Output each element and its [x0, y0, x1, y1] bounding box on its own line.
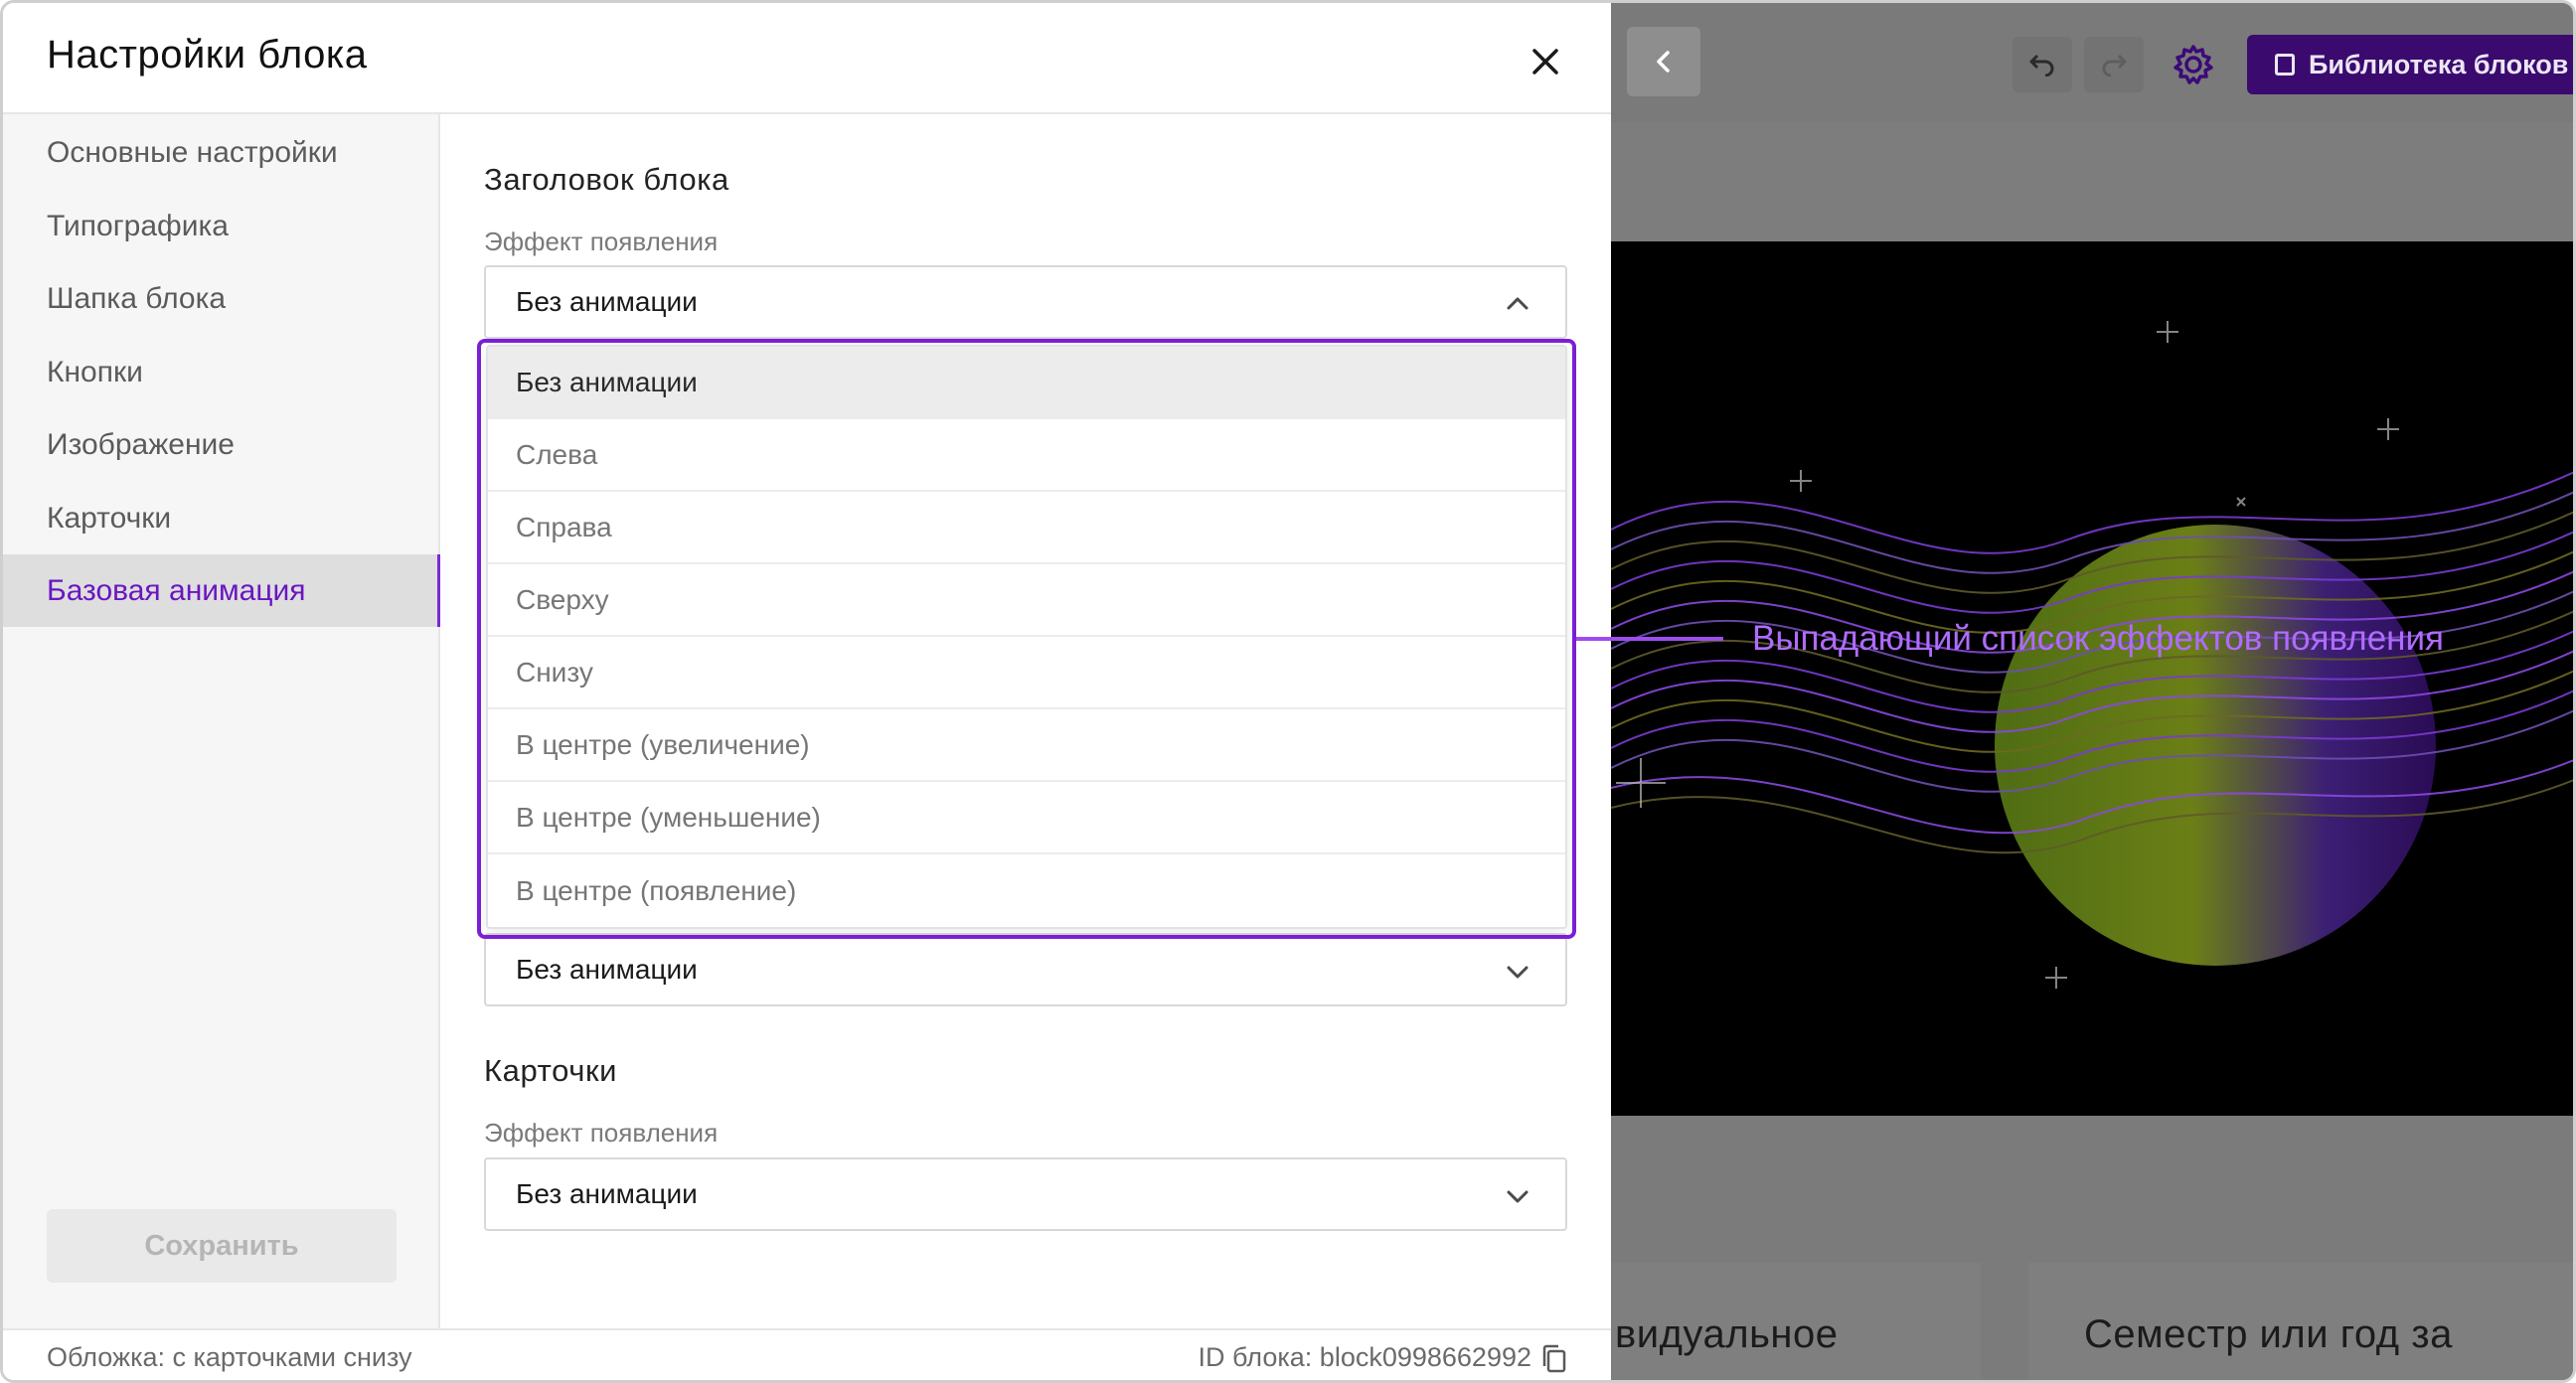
sidebar-item-label: Изображение: [47, 427, 235, 461]
sidebar-item-label: Основные настройки: [47, 135, 338, 169]
preview-card-text: Семестр или год за: [2084, 1312, 2453, 1356]
chevron-down-icon: [1507, 1190, 1529, 1203]
chevron-left-icon: [1657, 51, 1670, 73]
screen: Библиотека блоков видуальное Семестр или…: [0, 0, 2576, 1383]
dropdown-option[interactable]: Справа: [488, 492, 1565, 564]
annotation-label: Выпадающий список эффектов появления: [1752, 619, 2445, 658]
sidebar-item-label: Карточки: [47, 501, 172, 535]
sidebar-item-typography[interactable]: Типографика: [3, 190, 440, 262]
modal-footer: Обложка: с карточками снизу ID блока: bl…: [3, 1328, 1611, 1380]
appearance-effect-select[interactable]: Без анимации: [484, 1157, 1567, 1231]
annotation-line: [1576, 637, 1723, 641]
sidebar-item-header[interactable]: Шапка блока: [3, 262, 440, 335]
editor-toolbar: Библиотека блоков: [1611, 3, 2573, 122]
dropdown-option[interactable]: Без анимации: [488, 347, 1565, 419]
save-button[interactable]: Сохранить: [47, 1209, 397, 1283]
appearance-effect-select[interactable]: Без анимации: [484, 265, 1567, 339]
hero-image: [1611, 241, 2573, 1116]
section-title: Заголовок блока: [484, 162, 729, 197]
preview-card-text: видуальное: [1615, 1312, 1839, 1356]
modal-header: Настройки блока: [3, 3, 1611, 114]
appearance-effect-select[interactable]: Без анимации: [484, 933, 1567, 1006]
close-button[interactable]: [1514, 35, 1577, 88]
copy-icon[interactable]: [1541, 1344, 1567, 1374]
block-type-label: Обложка: с карточками снизу: [47, 1342, 412, 1372]
field-label: Эффект появления: [484, 1118, 719, 1148]
block-id-label: ID блока: block0998662992: [1198, 1342, 1531, 1372]
dropdown-option[interactable]: Снизу: [488, 637, 1565, 709]
field-label: Эффект появления: [484, 227, 719, 256]
sidebar-item-animation[interactable]: Базовая анимация: [3, 554, 440, 627]
block-library-button[interactable]: Библиотека блоков: [2247, 35, 2573, 94]
dropdown-option[interactable]: Сверху: [488, 564, 1565, 637]
sidebar-item-label: Шапка блока: [47, 281, 227, 315]
dropdown-option[interactable]: В центре (появление): [488, 854, 1565, 927]
select-value: Без анимации: [516, 1178, 698, 1209]
sidebar-item-label: Базовая анимация: [47, 573, 306, 607]
back-button[interactable]: [1627, 27, 1700, 96]
chevron-up-icon: [1507, 297, 1529, 310]
undo-button[interactable]: [2012, 37, 2072, 92]
dropdown-option[interactable]: Слева: [488, 419, 1565, 492]
sidebar-item-label: Типографика: [47, 209, 229, 242]
library-icon: [2275, 54, 2295, 76]
sidebar-item-cards[interactable]: Карточки: [3, 482, 440, 554]
undo-icon: [2029, 54, 2054, 77]
abstract-waves-image: [1611, 321, 2573, 989]
sidebar-item-image[interactable]: Изображение: [3, 408, 440, 481]
block-settings-modal: Настройки блока Основные настройки Типог…: [3, 3, 1611, 1380]
sidebar-item-basic[interactable]: Основные настройки: [3, 116, 440, 189]
gear-icon: [2174, 45, 2213, 84]
settings-button[interactable]: [2164, 35, 2223, 94]
section-title: Карточки: [484, 1053, 618, 1088]
redo-icon: [2102, 54, 2127, 77]
sidebar-item-label: Кнопки: [47, 355, 143, 388]
dropdown-option[interactable]: В центре (увеличение): [488, 709, 1565, 782]
close-icon: [1532, 49, 1558, 75]
editor-preview: Библиотека блоков видуальное Семестр или…: [1611, 3, 2573, 1380]
redo-button[interactable]: [2084, 37, 2144, 92]
modal-title: Настройки блока: [47, 33, 368, 77]
dropdown-option[interactable]: В центре (уменьшение): [488, 782, 1565, 854]
select-value: Без анимации: [516, 954, 698, 985]
select-value: Без анимации: [516, 286, 698, 317]
block-library-label: Библиотека блоков: [2309, 49, 2569, 79]
settings-sidebar: Основные настройки Типографика Шапка бло…: [3, 114, 440, 1328]
sidebar-item-buttons[interactable]: Кнопки: [3, 336, 440, 408]
appearance-effect-dropdown: Без анимации Слева Справа Сверху Снизу В…: [486, 345, 1567, 929]
chevron-down-icon: [1507, 966, 1529, 979]
